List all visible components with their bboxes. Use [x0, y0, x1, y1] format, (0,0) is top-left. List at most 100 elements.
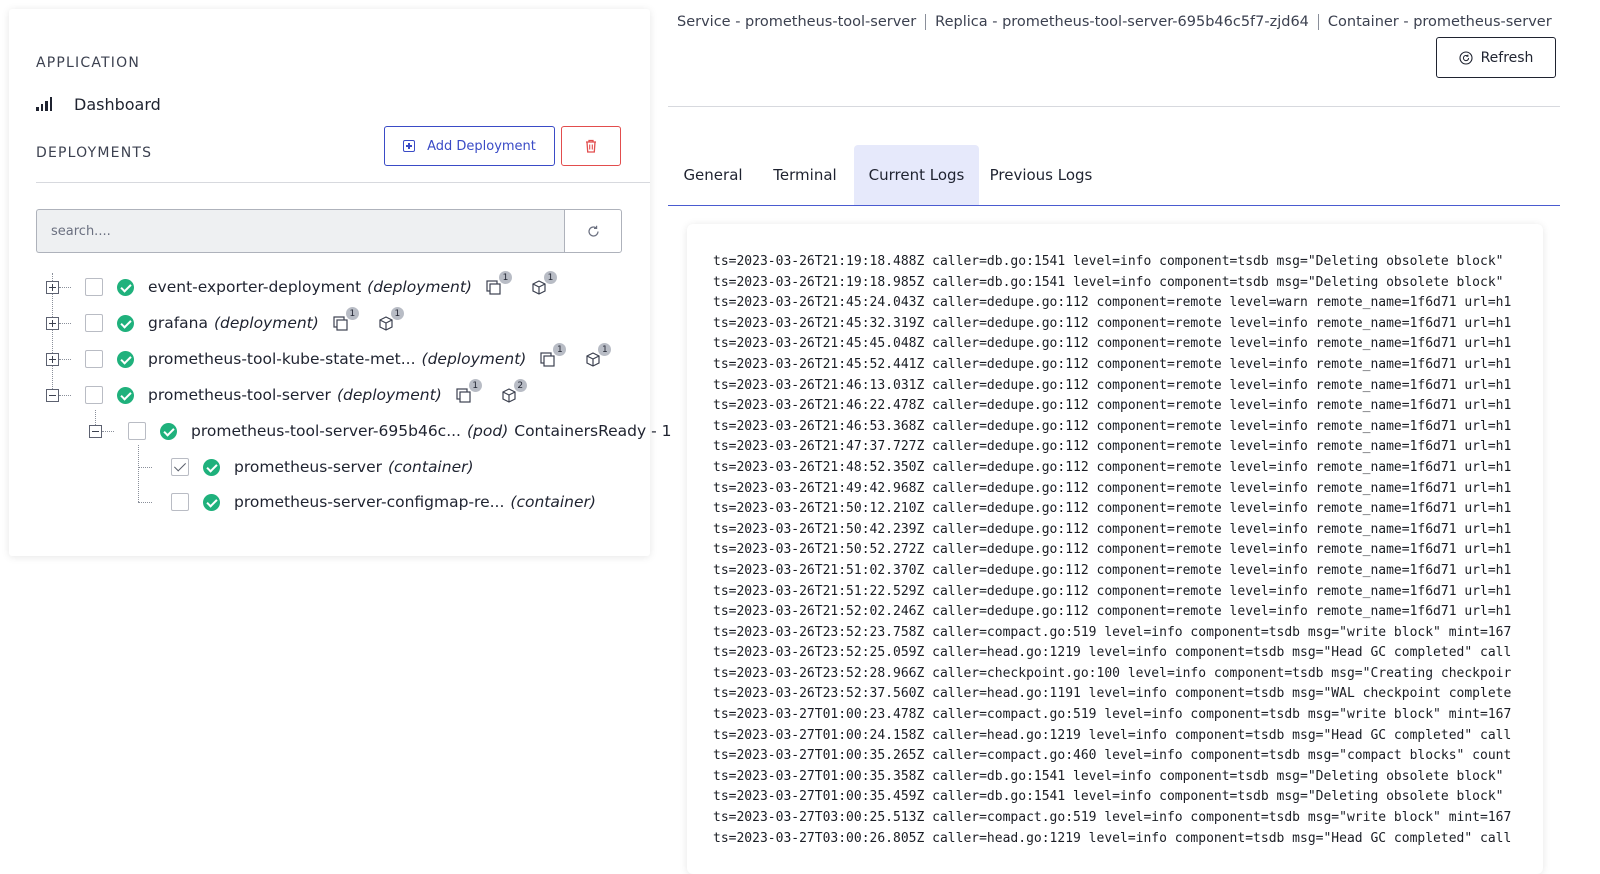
- header-divider: [668, 106, 1560, 107]
- replicas-indicator[interactable]: 1: [484, 270, 513, 298]
- expand-toggle[interactable]: [46, 281, 59, 294]
- pods-indicator[interactable]: 1: [376, 306, 405, 334]
- tab-previous-logs[interactable]: Previous Logs: [987, 145, 1095, 205]
- node-checkbox[interactable]: [85, 350, 103, 368]
- pods-count-badge: 1: [542, 270, 558, 285]
- tree-connector: [59, 287, 71, 288]
- check-circle-icon: [117, 350, 134, 368]
- breadcrumb: Service - prometheus-tool-server Replica…: [677, 14, 1552, 30]
- log-line: ts=2023-03-27T03:00:25.513Z caller=compa…: [713, 810, 1512, 826]
- breadcrumb-container: Container - prometheus-server: [1327, 14, 1552, 30]
- log-line: ts=2023-03-27T01:00:35.358Z caller=db.go…: [713, 768, 1504, 784]
- replicas-indicator[interactable]: 1: [331, 306, 360, 334]
- tree-node-prometheus-tool-server[interactable]: prometheus-tool-server (deployment) 1 2: [85, 378, 528, 408]
- node-type: (deployment): [336, 386, 442, 404]
- tree-connector: [138, 502, 152, 503]
- node-name: prometheus-server-configmap-re...: [234, 493, 505, 511]
- collapse-toggle[interactable]: [46, 389, 59, 402]
- node-type: (container): [510, 493, 596, 511]
- node-name: grafana: [148, 314, 208, 332]
- replicas-count-badge: 1: [344, 306, 360, 321]
- sidebar-panel: APPLICATION Dashboard DEPLOYMENTS Add De…: [9, 9, 672, 556]
- log-line: ts=2023-03-26T21:50:42.239Z caller=dedup…: [713, 521, 1512, 537]
- log-line: ts=2023-03-26T21:50:12.210Z caller=dedup…: [713, 501, 1512, 517]
- node-name: event-exporter-deployment: [148, 278, 362, 296]
- node-type: (deployment): [367, 278, 472, 296]
- pods-indicator[interactable]: 2: [499, 378, 528, 406]
- node-name: prometheus-tool-kube-state-met...: [148, 350, 416, 368]
- node-name: prometheus-server: [234, 458, 382, 476]
- node-checkbox[interactable]: [171, 493, 189, 511]
- refresh-button[interactable]: Refresh: [1436, 37, 1556, 78]
- tab-bar: General Terminal Current Logs Previous L…: [668, 145, 1560, 206]
- log-line: ts=2023-03-27T01:00:35.265Z caller=compa…: [713, 748, 1512, 764]
- tree-connector: [102, 431, 114, 432]
- node-type: (pod): [466, 422, 509, 440]
- tree-node-prometheus-tool-kube-state-metrics[interactable]: prometheus-tool-kube-state-met... (deplo…: [85, 342, 613, 372]
- log-line: ts=2023-03-26T23:52:28.966Z caller=check…: [713, 665, 1512, 681]
- node-type: (deployment): [214, 314, 319, 332]
- log-line: ts=2023-03-26T21:50:52.272Z caller=dedup…: [713, 542, 1512, 558]
- log-line: ts=2023-03-26T21:51:02.370Z caller=dedup…: [713, 562, 1512, 578]
- node-type: (deployment): [421, 350, 527, 368]
- tree-node-container-configmap-reload[interactable]: prometheus-server-configmap-re... (conta…: [171, 489, 596, 515]
- pods-indicator[interactable]: 1: [529, 270, 558, 298]
- refresh-label: Refresh: [1480, 49, 1534, 66]
- node-checkbox[interactable]: [171, 458, 189, 476]
- breadcrumb-replica: Replica - prometheus-tool-server-695b46c…: [935, 14, 1309, 30]
- breadcrumb-service: Service - prometheus-tool-server: [677, 14, 917, 30]
- tree-connector: [59, 395, 71, 396]
- tree-connector: [59, 323, 71, 324]
- deployment-tree: event-exporter-deployment (deployment) 1…: [9, 9, 672, 556]
- replicas-indicator[interactable]: 1: [538, 342, 568, 370]
- tree-guide: [138, 445, 139, 502]
- log-line: ts=2023-03-27T01:00:23.478Z caller=compa…: [713, 707, 1512, 723]
- tree-connector: [59, 359, 71, 360]
- log-line: ts=2023-03-26T23:52:37.560Z caller=head.…: [713, 686, 1512, 702]
- node-checkbox[interactable]: [128, 422, 146, 440]
- tab-general[interactable]: General: [672, 145, 754, 205]
- check-circle-icon: [203, 458, 220, 476]
- log-line: ts=2023-03-26T21:45:45.048Z caller=dedup…: [713, 336, 1512, 352]
- log-line: ts=2023-03-26T21:48:52.350Z caller=dedup…: [713, 459, 1512, 475]
- expand-toggle[interactable]: [46, 353, 59, 366]
- tree-node-container-prometheus-server[interactable]: prometheus-server (container): [171, 454, 474, 480]
- log-line: ts=2023-03-26T21:19:18.985Z caller=db.go…: [713, 274, 1504, 290]
- replicas-count-badge: 1: [467, 378, 483, 393]
- node-checkbox[interactable]: [85, 278, 103, 296]
- log-line: ts=2023-03-26T21:47:37.727Z caller=dedup…: [713, 439, 1512, 455]
- tree-node-event-exporter-deployment[interactable]: event-exporter-deployment (deployment) 1…: [85, 270, 558, 300]
- replicas-count-badge: 1: [552, 342, 568, 357]
- tree-node-pod[interactable]: prometheus-tool-server-695b46c... (pod) …: [128, 418, 672, 444]
- collapse-toggle[interactable]: [89, 425, 102, 438]
- log-line: ts=2023-03-26T21:49:42.968Z caller=dedup…: [713, 480, 1512, 496]
- log-line: ts=2023-03-27T01:00:24.158Z caller=head.…: [713, 727, 1512, 743]
- log-viewer[interactable]: ts=2023-03-26T21:19:18.488Z caller=db.go…: [687, 224, 1543, 874]
- replicas-indicator[interactable]: 1: [454, 378, 483, 406]
- node-type: (container): [387, 458, 474, 476]
- log-line: ts=2023-03-26T21:46:22.478Z caller=dedup…: [713, 398, 1512, 414]
- check-circle-icon: [160, 422, 177, 440]
- log-line: ts=2023-03-26T21:19:18.488Z caller=db.go…: [713, 254, 1504, 269]
- check-circle-icon: [117, 278, 134, 296]
- breadcrumb-separator: [925, 14, 927, 30]
- log-line: ts=2023-03-27T01:00:35.459Z caller=db.go…: [713, 789, 1504, 805]
- check-circle-icon: [117, 386, 134, 404]
- log-line: ts=2023-03-26T21:45:24.043Z caller=dedup…: [713, 295, 1512, 311]
- pods-indicator[interactable]: 1: [583, 342, 613, 370]
- pods-count-badge: 2: [512, 378, 528, 393]
- tab-current-logs[interactable]: Current Logs: [854, 145, 979, 205]
- log-line: ts=2023-03-26T21:45:52.441Z caller=dedup…: [713, 356, 1512, 372]
- node-checkbox[interactable]: [85, 314, 103, 332]
- tree-node-grafana[interactable]: grafana (deployment) 1 1: [85, 306, 405, 336]
- check-circle-icon: [203, 493, 220, 511]
- log-lines: ts=2023-03-26T21:19:18.488Z caller=db.go…: [713, 252, 1519, 849]
- pods-count-badge: 1: [389, 306, 405, 321]
- tab-terminal[interactable]: Terminal: [763, 145, 847, 205]
- expand-toggle[interactable]: [46, 317, 59, 330]
- breadcrumb-separator: [1317, 14, 1319, 30]
- log-line: ts=2023-03-26T21:51:22.529Z caller=dedup…: [713, 583, 1512, 599]
- log-line: ts=2023-03-26T21:52:02.246Z caller=dedup…: [713, 604, 1512, 620]
- node-name: prometheus-tool-server: [148, 386, 331, 404]
- node-checkbox[interactable]: [85, 386, 103, 404]
